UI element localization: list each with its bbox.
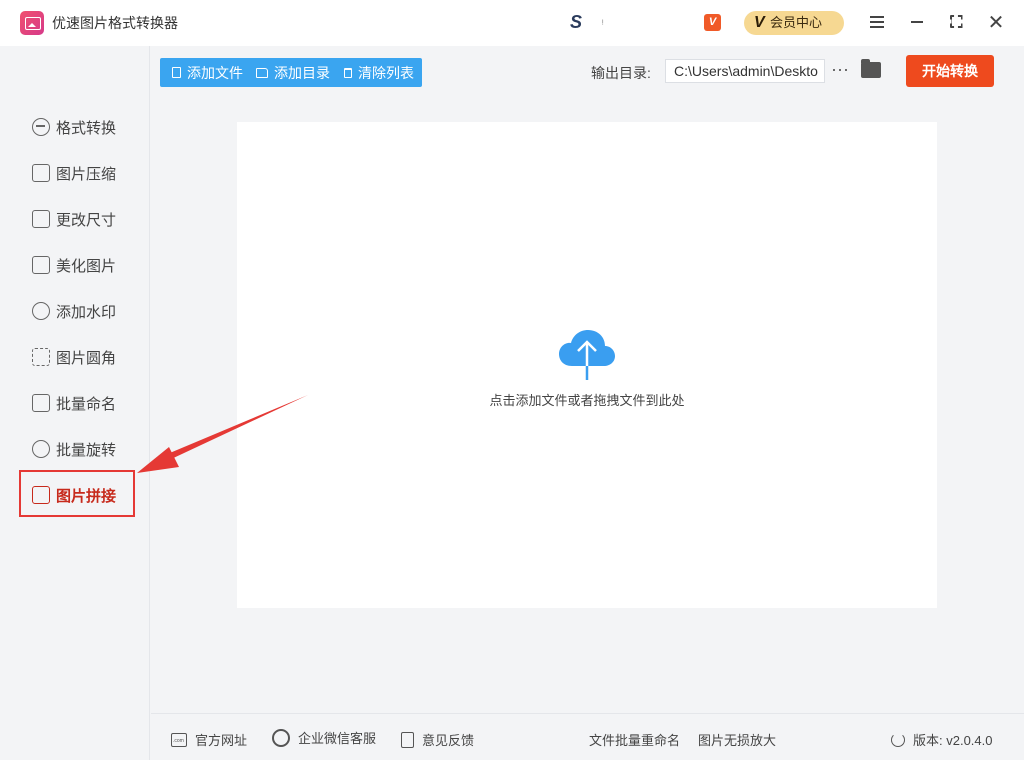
start-convert-button[interactable]: 开始转换 bbox=[906, 55, 994, 87]
sidebar-item-compress[interactable]: 图片压缩 bbox=[32, 161, 116, 185]
sidebar-item-label: 图片压缩 bbox=[56, 165, 117, 183]
more-options-icon[interactable]: ··· bbox=[831, 60, 849, 78]
compress-icon bbox=[32, 164, 50, 182]
sidebar-item-resize[interactable]: 更改尺寸 bbox=[32, 207, 116, 231]
sidebar-item-label: 批量命名 bbox=[56, 395, 117, 413]
batch-rename-link[interactable]: 文件批量重命名 bbox=[589, 730, 680, 749]
output-path-field[interactable]: C:\Users\admin\Deskto bbox=[665, 59, 825, 83]
sidebar-item-label: 格式转换 bbox=[56, 119, 117, 137]
rename-icon bbox=[32, 394, 50, 412]
clear-list-button[interactable]: 清除列表 bbox=[344, 58, 414, 87]
folder-outline-icon bbox=[256, 67, 268, 78]
lossless-zoom-link[interactable]: 图片无损放大 bbox=[698, 730, 776, 749]
sidebar-item-label: 批量旋转 bbox=[56, 441, 117, 459]
sidebar-item-beautify[interactable]: 美化图片 bbox=[32, 253, 116, 277]
sidebar-item-rounded-corner[interactable]: 图片圆角 bbox=[32, 345, 116, 369]
vip-badge-icon[interactable]: V bbox=[704, 14, 721, 31]
cloud-upload-icon bbox=[559, 330, 615, 380]
version-label: 版本: v2.0.4.0 bbox=[913, 733, 993, 748]
website-icon bbox=[171, 732, 187, 747]
add-file-button[interactable]: 添加文件 bbox=[172, 58, 243, 87]
vip-center-label: 会员中心 bbox=[770, 15, 823, 30]
add-file-label: 添加文件 bbox=[187, 64, 243, 81]
sidebar-item-format-convert[interactable]: 格式转换 bbox=[32, 115, 116, 139]
sidebar-item-label: 添加水印 bbox=[56, 303, 117, 321]
annotation-arrow bbox=[137, 395, 308, 473]
wechat-service-link[interactable]: 企业微信客服 bbox=[272, 728, 376, 747]
vip-center-button[interactable]: V 会员中心 bbox=[744, 11, 844, 35]
sidebar-item-label: 美化图片 bbox=[56, 257, 117, 275]
output-dir-label: 输出目录: bbox=[591, 65, 651, 81]
drop-hint-text: 点击添加文件或者拖拽文件到此处 bbox=[489, 393, 685, 408]
menu-icon[interactable] bbox=[865, 10, 889, 34]
convert-icon bbox=[32, 118, 50, 136]
resize-icon bbox=[32, 210, 50, 228]
batch-rename-label: 文件批量重命名 bbox=[589, 733, 681, 748]
wechat-service-label: 企业微信客服 bbox=[298, 731, 377, 746]
clear-list-label: 清除列表 bbox=[358, 64, 414, 81]
file-drop-zone[interactable]: 点击添加文件或者拖拽文件到此处 bbox=[237, 122, 937, 608]
rotate-icon bbox=[32, 440, 50, 458]
sidebar-item-label: 更改尺寸 bbox=[56, 211, 117, 229]
maximize-icon[interactable] bbox=[944, 10, 968, 34]
app-logo-icon bbox=[20, 11, 44, 35]
file-icon bbox=[172, 67, 181, 78]
footer-bar: 官方网址 企业微信客服 意见反馈 文件批量重命名 图片无损放大 版本: v2.0… bbox=[151, 713, 1024, 760]
rounded-corner-icon bbox=[32, 348, 50, 366]
brand-s-icon[interactable]: S bbox=[570, 12, 582, 33]
refresh-icon bbox=[891, 732, 905, 747]
feedback-label: 意见反馈 bbox=[422, 733, 475, 748]
version-info[interactable]: 版本: v2.0.4.0 bbox=[891, 730, 992, 749]
add-directory-button[interactable]: 添加目录 bbox=[256, 58, 330, 87]
sidebar-item-rotate[interactable]: 批量旋转 bbox=[32, 437, 116, 461]
annotation-highlight-box bbox=[19, 470, 135, 517]
title-bar: 优速图片格式转换器 S ᵎ V V 会员中心 ✕ bbox=[0, 0, 1024, 46]
watermark-icon bbox=[32, 302, 50, 320]
app-title: 优速图片格式转换器 bbox=[52, 15, 178, 31]
add-directory-label: 添加目录 bbox=[274, 64, 330, 81]
beautify-icon bbox=[32, 256, 50, 274]
brand-s-dot: ᵎ bbox=[602, 18, 604, 29]
sidebar-item-watermark[interactable]: 添加水印 bbox=[32, 299, 116, 323]
vip-crown-icon: V bbox=[754, 14, 765, 31]
feedback-link[interactable]: 意见反馈 bbox=[401, 730, 474, 749]
file-toolbar: 添加文件 添加目录 清除列表 bbox=[160, 58, 422, 87]
lossless-zoom-label: 图片无损放大 bbox=[698, 733, 777, 748]
official-site-link[interactable]: 官方网址 bbox=[171, 730, 247, 749]
open-folder-icon[interactable] bbox=[861, 59, 881, 78]
sidebar-item-label: 图片圆角 bbox=[56, 349, 117, 367]
close-icon[interactable]: ✕ bbox=[984, 10, 1008, 34]
minimize-icon[interactable] bbox=[905, 10, 929, 34]
sidebar-item-rename[interactable]: 批量命名 bbox=[32, 391, 116, 415]
official-site-label: 官方网址 bbox=[195, 733, 248, 748]
feedback-icon bbox=[401, 731, 414, 748]
trash-icon bbox=[344, 67, 352, 78]
chat-icon bbox=[272, 728, 290, 747]
